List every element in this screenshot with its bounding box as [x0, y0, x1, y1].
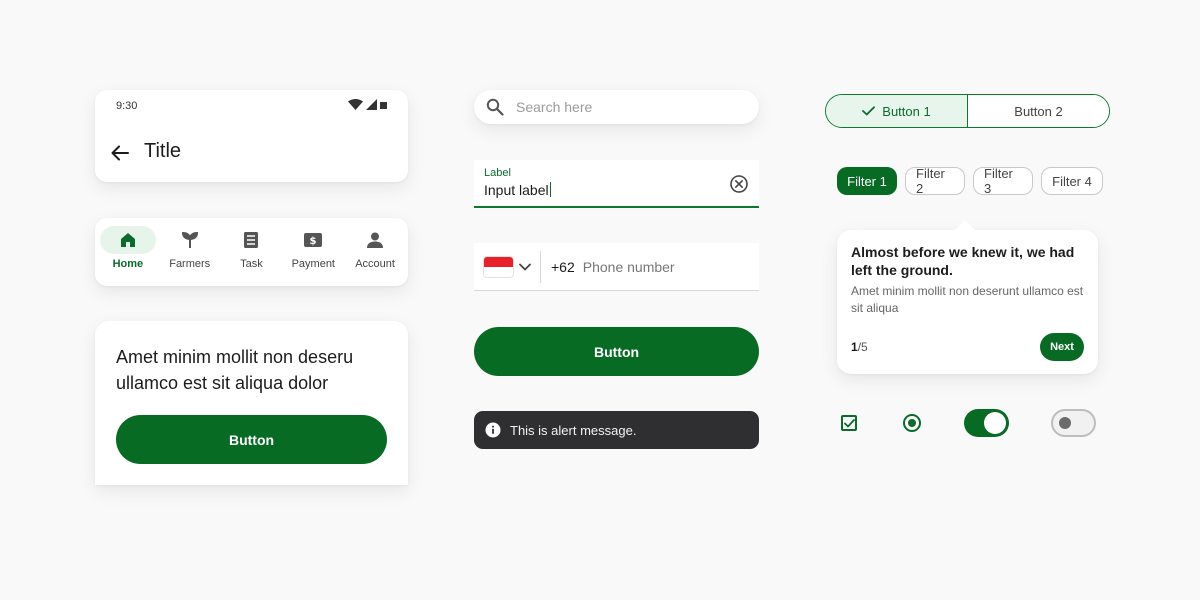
- signal-icon: [366, 99, 377, 110]
- segment-button-1[interactable]: Button 1: [826, 95, 967, 127]
- app-bar: 9:30 Title: [95, 90, 408, 182]
- status-icons: [348, 99, 388, 110]
- phone-input-placeholder[interactable]: Phone number: [583, 259, 675, 275]
- clear-icon[interactable]: [730, 175, 748, 193]
- tooltip-body: Amet minim mollit non deserunt ullamco e…: [851, 284, 1084, 315]
- filter-chip-2[interactable]: Filter 2: [905, 166, 965, 196]
- segment-button-2[interactable]: Button 2: [967, 95, 1109, 127]
- toggle-switch-on[interactable]: [964, 409, 1009, 437]
- text-field[interactable]: Label Input label: [474, 160, 759, 208]
- nav-item-account[interactable]: Account: [344, 226, 406, 270]
- next-button[interactable]: Next: [1040, 333, 1084, 361]
- toggle-switch-off[interactable]: [1051, 409, 1096, 437]
- search-bar[interactable]: Search here: [474, 90, 759, 124]
- country-code: +62: [551, 258, 575, 275]
- pager-total: /5: [857, 340, 868, 354]
- filter-chip-1[interactable]: Filter 1: [837, 167, 897, 195]
- indonesia-flag-icon[interactable]: [484, 256, 513, 277]
- nav-item-task[interactable]: Task: [221, 226, 283, 270]
- segmented-button: Button 1 Button 2: [825, 94, 1110, 128]
- account-icon: [367, 232, 384, 248]
- nav-label: Payment: [291, 258, 335, 270]
- nav-label: Home: [112, 258, 144, 270]
- page-title: Title: [144, 140, 182, 162]
- checkbox[interactable]: [841, 415, 857, 431]
- divider: [540, 250, 541, 283]
- phone-field[interactable]: +62 Phone number: [474, 243, 759, 291]
- alert-message: This is alert message.: [510, 422, 637, 438]
- alert-snackbar: This is alert message.: [474, 411, 759, 449]
- bottom-nav-bar: Home Farmers Task $ Payment Account: [95, 218, 408, 286]
- radio-button[interactable]: [903, 414, 921, 432]
- filter-chip-4[interactable]: Filter 4: [1041, 167, 1103, 195]
- tooltip-arrow: [955, 220, 975, 240]
- tooltip-pager: 1/5: [851, 340, 868, 354]
- svg-text:$: $: [310, 236, 317, 247]
- text-field-label: Label: [484, 167, 511, 179]
- check-icon: [843, 418, 855, 427]
- nav-item-farmers[interactable]: Farmers: [159, 226, 221, 270]
- text-field-value[interactable]: Input label: [484, 182, 551, 198]
- segment-label: Button 2: [1014, 103, 1063, 119]
- nav-label: Account: [355, 258, 395, 270]
- text-caret: [549, 182, 551, 197]
- sprout-icon: [181, 231, 198, 248]
- filter-chip-3[interactable]: Filter 3: [973, 166, 1033, 196]
- nav-item-home[interactable]: Home: [97, 226, 159, 270]
- nav-label: Farmers: [169, 258, 211, 270]
- tooltip-title: Almost before we knew it, we had left th…: [851, 244, 1075, 278]
- content-card: Amet minim mollit non deseru ullamco est…: [95, 321, 408, 485]
- nav-item-payment[interactable]: $ Payment: [282, 226, 344, 270]
- pager-current: 1: [851, 340, 858, 354]
- search-icon: [486, 98, 504, 116]
- check-icon: [862, 106, 876, 116]
- info-icon: [485, 422, 501, 438]
- card-heading: Amet minim mollit non deseru ullamco est…: [116, 347, 354, 393]
- wifi-icon: [348, 99, 363, 110]
- status-time: 9:30: [116, 100, 138, 112]
- back-arrow-icon[interactable]: [109, 142, 131, 164]
- primary-button[interactable]: Button: [474, 327, 759, 376]
- coachmark-tooltip: Almost before we knew it, we had left th…: [837, 220, 1098, 374]
- battery-icon: [380, 101, 387, 109]
- task-list-icon: [244, 232, 259, 248]
- filter-chips: Filter 1 Filter 2 Filter 3 Filter 4: [837, 166, 1103, 196]
- search-input-placeholder[interactable]: Search here: [516, 99, 592, 115]
- home-icon: [120, 233, 135, 247]
- chevron-down-icon[interactable]: [519, 263, 531, 271]
- segment-label: Button 1: [882, 103, 931, 119]
- nav-label: Task: [240, 258, 263, 270]
- card-button[interactable]: Button: [116, 415, 387, 464]
- payment-icon: $: [304, 233, 323, 247]
